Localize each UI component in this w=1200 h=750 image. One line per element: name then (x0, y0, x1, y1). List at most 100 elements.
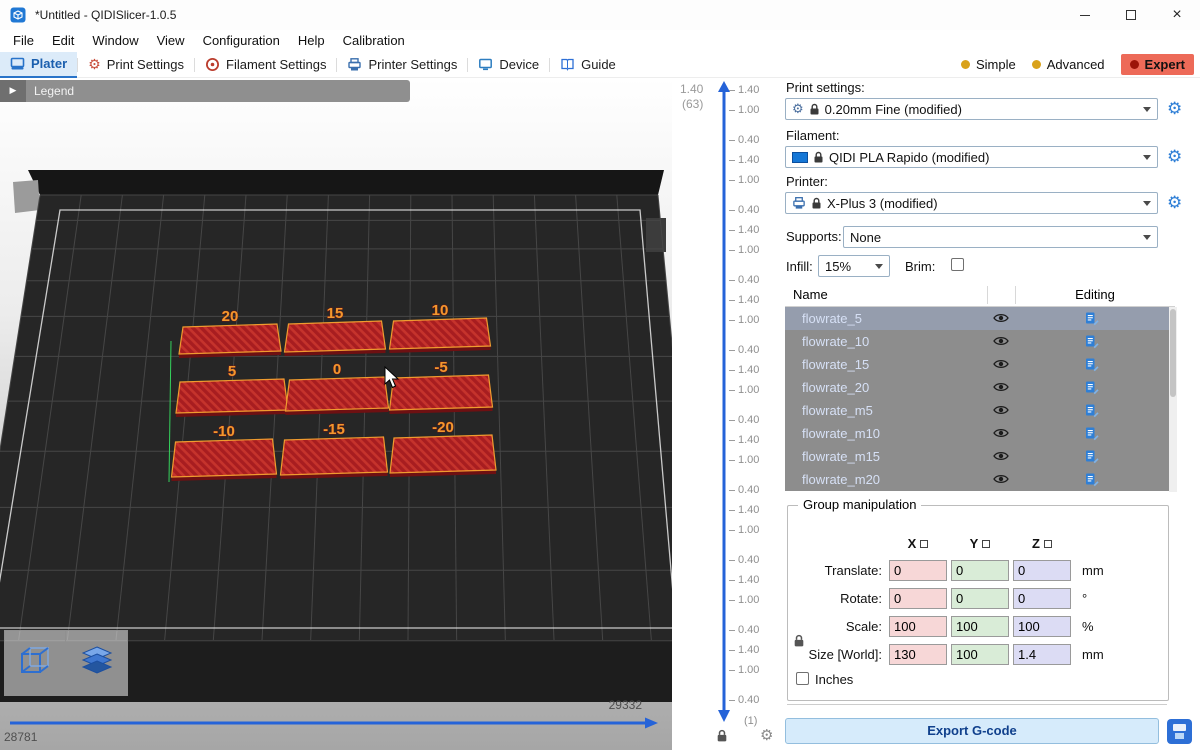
legend-expand-icon[interactable]: ▶ (0, 80, 26, 102)
ruler-tick (729, 700, 735, 701)
object-row[interactable]: flowrate_15 (785, 353, 1175, 376)
visibility-eye-icon[interactable] (993, 427, 1009, 439)
menu-window[interactable]: Window (83, 30, 147, 52)
axis-square-icon (982, 540, 990, 548)
edit-object-icon[interactable] (1085, 357, 1099, 372)
tab-print-settings[interactable]: ⚙Print Settings (78, 52, 194, 78)
inches-checkbox[interactable] (796, 672, 809, 685)
scale-x-input[interactable] (889, 616, 947, 637)
translate-y-input[interactable] (951, 560, 1009, 581)
rotate-x-input[interactable] (889, 588, 947, 609)
printer-gear-button[interactable]: ⚙ (1167, 195, 1182, 212)
rotate-unit: ° (1082, 591, 1087, 606)
edit-object-icon[interactable] (1085, 334, 1099, 349)
scale-z-input[interactable] (1013, 616, 1071, 637)
object-row[interactable]: flowrate_5 (785, 307, 1175, 330)
axis-header-y: Y (951, 536, 1009, 551)
infill-combo[interactable]: 15% (818, 255, 890, 277)
axis-square-icon (920, 540, 928, 548)
object-list-rows: flowrate_5flowrate_10flowrate_15flowrate… (785, 307, 1175, 491)
bed-clip-left (13, 180, 40, 213)
translate-z-input[interactable] (1013, 560, 1071, 581)
rotate-y-input[interactable] (951, 588, 1009, 609)
mode-expert[interactable]: Expert (1121, 54, 1194, 75)
object-label: -5 (434, 359, 447, 376)
supports-label: Supports: (786, 229, 842, 244)
object-row[interactable]: flowrate_m20 (785, 468, 1175, 491)
visibility-eye-icon[interactable] (993, 404, 1009, 416)
object-row[interactable]: flowrate_m10 (785, 422, 1175, 445)
filament-combo[interactable]: QIDI PLA Rapido (modified) (785, 146, 1158, 168)
edit-object-icon[interactable] (1085, 472, 1099, 487)
size-world-z-input[interactable] (1013, 644, 1071, 665)
object-row[interactable]: flowrate_m5 (785, 399, 1175, 422)
list-scrollbar[interactable] (1169, 307, 1177, 492)
translate-label: Translate: (788, 563, 882, 578)
tab-printer-settings[interactable]: Printer Settings (337, 52, 467, 78)
object-name: flowrate_10 (802, 334, 869, 349)
maximize-button[interactable] (1108, 0, 1154, 30)
mode-simple[interactable]: Simple (961, 57, 1016, 72)
tab-device[interactable]: Device (468, 52, 549, 78)
tab-plater[interactable]: Plater (0, 52, 77, 78)
3d-viewport[interactable]: 20151050-5-10-15-20 ▶ Legend 29332 28781 (0, 78, 672, 750)
menu-configuration[interactable]: Configuration (194, 30, 289, 52)
ruler-tick (729, 230, 735, 231)
send-to-device-button[interactable] (1166, 718, 1193, 745)
visibility-eye-icon[interactable] (993, 312, 1009, 324)
edit-object-icon[interactable] (1085, 403, 1099, 418)
object-row[interactable]: flowrate_m15 (785, 445, 1175, 468)
ruler-tick-label: 0.40 (738, 203, 759, 217)
visibility-eye-icon[interactable] (993, 473, 1009, 485)
ruler-lock-icon[interactable] (716, 729, 728, 748)
edit-object-icon[interactable] (1085, 311, 1099, 326)
ruler-tick (729, 630, 735, 631)
menu-calibration[interactable]: Calibration (334, 30, 414, 52)
3d-editor-view-button[interactable] (4, 630, 66, 696)
object-row[interactable]: flowrate_10 (785, 330, 1175, 353)
edit-object-icon[interactable] (1085, 380, 1099, 395)
size-world-y-input[interactable] (951, 644, 1009, 665)
group-manipulation-title: Group manipulation (798, 497, 921, 512)
right-panel: Print settings: ⚙ 0.20mm Fine (modified)… (783, 78, 1200, 750)
close-button[interactable]: × (1154, 0, 1200, 30)
ruler-tick-label: 0.40 (738, 693, 759, 707)
ruler-tick-label: 1.00 (738, 313, 759, 327)
list-scrollbar-thumb[interactable] (1170, 309, 1176, 397)
mode-advanced[interactable]: Advanced (1032, 57, 1105, 72)
object-row[interactable]: flowrate_20 (785, 376, 1175, 399)
app-logo-icon (10, 7, 26, 23)
lock-icon (811, 197, 822, 210)
uniform-scale-lock-icon[interactable] (793, 634, 805, 651)
visibility-eye-icon[interactable] (993, 335, 1009, 347)
visibility-eye-icon[interactable] (993, 358, 1009, 370)
translate-x-input[interactable] (889, 560, 947, 581)
printer-combo[interactable]: X-Plus 3 (modified) (785, 192, 1158, 214)
tab-guide[interactable]: Guide (550, 52, 626, 78)
manip-row-translate: Translate:mm (788, 560, 1168, 584)
minimize-button[interactable] (1062, 0, 1108, 30)
tab-filament-settings[interactable]: Filament Settings (195, 52, 336, 78)
export-gcode-button[interactable]: Export G-code (785, 718, 1159, 744)
edit-object-icon[interactable] (1085, 449, 1099, 464)
visibility-eye-icon[interactable] (993, 381, 1009, 393)
supports-combo[interactable]: None (843, 226, 1158, 248)
menu-edit[interactable]: Edit (43, 30, 83, 52)
visibility-eye-icon[interactable] (993, 450, 1009, 462)
edit-object-icon[interactable] (1085, 426, 1099, 441)
rotate-z-input[interactable] (1013, 588, 1071, 609)
menu-help[interactable]: Help (289, 30, 334, 52)
menu-file[interactable]: File (4, 30, 43, 52)
print-settings-combo[interactable]: ⚙ 0.20mm Fine (modified) (785, 98, 1158, 120)
preview-layers-view-button[interactable] (66, 630, 128, 696)
print-settings-gear-button[interactable]: ⚙ (1167, 101, 1182, 118)
filament-gear-button[interactable]: ⚙ (1167, 149, 1182, 166)
size-world-x-input[interactable] (889, 644, 947, 665)
rotate-label: Rotate: (788, 591, 882, 606)
menu-view[interactable]: View (148, 30, 194, 52)
ruler-bottom-layer: (1) (744, 715, 757, 727)
ruler-gear-icon[interactable]: ⚙ (760, 726, 773, 744)
scale-y-input[interactable] (951, 616, 1009, 637)
legend-toggle[interactable]: ▶ Legend (0, 80, 410, 102)
brim-checkbox[interactable] (951, 258, 964, 271)
